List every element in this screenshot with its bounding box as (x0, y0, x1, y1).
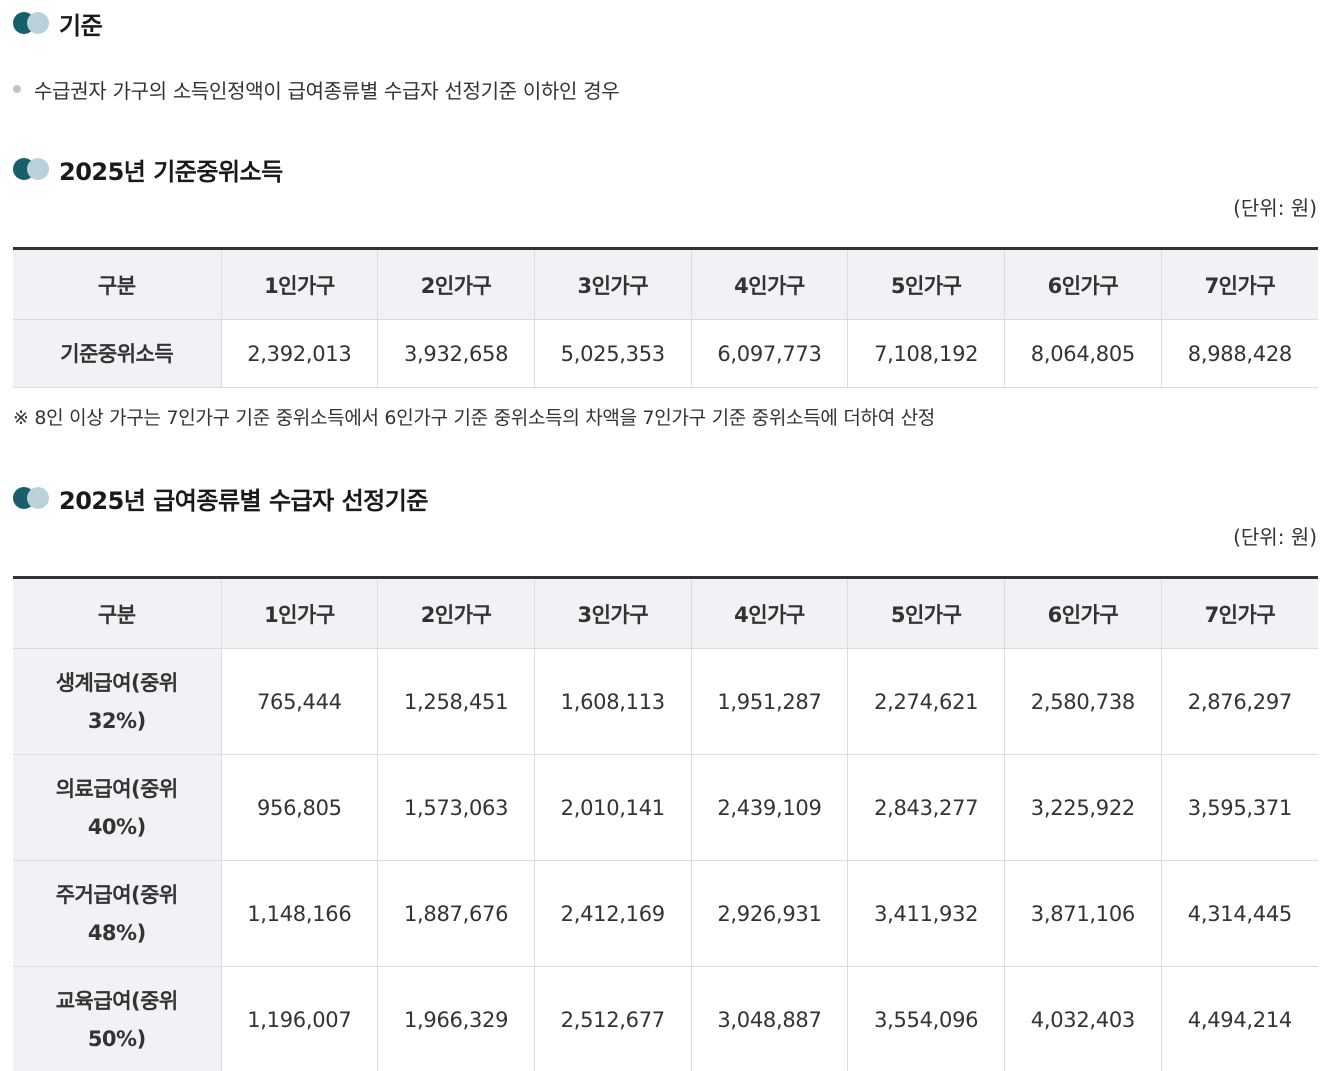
table-cell: 1,573,063 (377, 754, 535, 861)
footnote: ※ 8인 이상 가구는 7인가구 기준 중위소득에서 6인가구 기준 중위소득의… (13, 407, 935, 429)
table-row: 생계급여(중위 32%) 765,444 1,258,451 1,608,113 … (13, 648, 1318, 755)
table-row: 교육급여(중위 50%) 1,196,007 1,966,329 2,512,67… (13, 966, 1318, 1071)
table-cell: 1,258,451 (377, 648, 535, 755)
table-cell: 956,805 (221, 754, 379, 861)
table-row: 기준중위소득 2,392,013 3,932,658 5,025,353 6,0… (13, 319, 1318, 388)
col-header: 3인가구 (534, 577, 692, 649)
bullet-dot-icon (13, 85, 21, 93)
col-header: 1인가구 (221, 248, 379, 320)
col-header: 4인가구 (691, 248, 849, 320)
criteria-bullet: 수급권자 가구의 소득인정액이 급여종류별 수급자 선정기준 이하인 경우 (13, 74, 620, 104)
col-header: 2인가구 (377, 248, 535, 320)
median-income-table: 구분 1인가구 2인가구 3인가구 4인가구 5인가구 6인가구 7인가구 기준… (13, 247, 1318, 388)
row-label-line: 주거급여(중위 (55, 882, 179, 907)
table-cell: 1,148,166 (221, 860, 379, 967)
row-label: 기준중위소득 (13, 319, 222, 388)
row-label: 의료급여(중위 40%) (13, 754, 222, 861)
section-heading-criteria: 기준 (13, 6, 103, 40)
heading-dots-icon (13, 157, 51, 181)
col-header: 7인가구 (1161, 248, 1318, 320)
table-cell: 2,926,931 (691, 860, 849, 967)
col-header: 구분 (13, 577, 222, 649)
table-cell: 1,951,287 (691, 648, 849, 755)
section-title: 2025년 기준중위소득 (59, 157, 283, 186)
table-row: 주거급여(중위 48%) 1,148,166 1,887,676 2,412,16… (13, 860, 1318, 967)
col-header: 2인가구 (377, 577, 535, 649)
table-cell: 2,843,277 (847, 754, 1006, 861)
row-label-line: 교육급여(중위 (55, 988, 179, 1013)
col-header: 5인가구 (847, 577, 1006, 649)
table-cell: 6,097,773 (691, 319, 849, 388)
table-cell: 2,412,169 (534, 860, 692, 967)
table-cell: 2,512,677 (534, 966, 692, 1071)
table-cell: 4,494,214 (1161, 966, 1318, 1071)
table-cell: 8,988,428 (1161, 319, 1318, 388)
table-cell: 2,580,738 (1004, 648, 1162, 755)
table-cell: 765,444 (221, 648, 379, 755)
table-header-row: 구분 1인가구 2인가구 3인가구 4인가구 5인가구 6인가구 7인가구 (13, 577, 1318, 649)
table-cell: 3,595,371 (1161, 754, 1318, 861)
table-cell: 2,274,621 (847, 648, 1006, 755)
col-header: 1인가구 (221, 577, 379, 649)
col-header: 5인가구 (847, 248, 1006, 320)
col-header: 6인가구 (1004, 577, 1162, 649)
row-label: 주거급여(중위 48%) (13, 860, 222, 967)
table-header-row: 구분 1인가구 2인가구 3인가구 4인가구 5인가구 6인가구 7인가구 (13, 248, 1318, 320)
table-cell: 3,932,658 (377, 319, 535, 388)
row-label: 생계급여(중위 32%) (13, 648, 222, 755)
benefit-criteria-table: 구분 1인가구 2인가구 3인가구 4인가구 5인가구 6인가구 7인가구 생계… (13, 576, 1318, 1071)
criteria-text: 수급권자 가구의 소득인정액이 급여종류별 수급자 선정기준 이하인 경우 (34, 78, 620, 103)
section-heading-median-income: 2025년 기준중위소득 (13, 152, 283, 186)
table-cell: 1,887,676 (377, 860, 535, 967)
col-header: 4인가구 (691, 577, 849, 649)
table-cell: 8,064,805 (1004, 319, 1162, 388)
row-label-line: 50%) (87, 1026, 146, 1051)
table-cell: 7,108,192 (847, 319, 1006, 388)
section-heading-benefit-criteria: 2025년 급여종류별 수급자 선정기준 (13, 481, 428, 515)
table-cell: 3,225,922 (1004, 754, 1162, 861)
table-cell: 1,196,007 (221, 966, 379, 1071)
row-label: 교육급여(중위 50%) (13, 966, 222, 1071)
table-cell: 1,608,113 (534, 648, 692, 755)
col-header: 구분 (13, 248, 222, 320)
table-cell: 3,048,887 (691, 966, 849, 1071)
section-title: 2025년 급여종류별 수급자 선정기준 (59, 486, 428, 515)
row-label-line: 32%) (87, 708, 146, 733)
row-label-line: 48%) (87, 920, 146, 945)
table-row: 의료급여(중위 40%) 956,805 1,573,063 2,010,141 … (13, 754, 1318, 861)
table-cell: 1,966,329 (377, 966, 535, 1071)
table-cell: 4,314,445 (1161, 860, 1318, 967)
table-cell: 3,411,932 (847, 860, 1006, 967)
section-title: 기준 (59, 11, 103, 40)
row-label-line: 40%) (87, 814, 146, 839)
table-cell: 3,554,096 (847, 966, 1006, 1071)
table-cell: 2,876,297 (1161, 648, 1318, 755)
heading-dots-icon (13, 11, 51, 35)
col-header: 7인가구 (1161, 577, 1318, 649)
table-cell: 2,439,109 (691, 754, 849, 861)
col-header: 6인가구 (1004, 248, 1162, 320)
table-cell: 2,010,141 (534, 754, 692, 861)
row-label-line: 생계급여(중위 (55, 670, 179, 695)
heading-dots-icon (13, 486, 51, 510)
unit-label: (단위: 원) (1233, 196, 1317, 220)
table-cell: 2,392,013 (221, 319, 379, 388)
col-header: 3인가구 (534, 248, 692, 320)
table-cell: 4,032,403 (1004, 966, 1162, 1071)
table-cell: 3,871,106 (1004, 860, 1162, 967)
table-cell: 5,025,353 (534, 319, 692, 388)
row-label-line: 의료급여(중위 (55, 776, 179, 801)
unit-label: (단위: 원) (1233, 525, 1317, 549)
